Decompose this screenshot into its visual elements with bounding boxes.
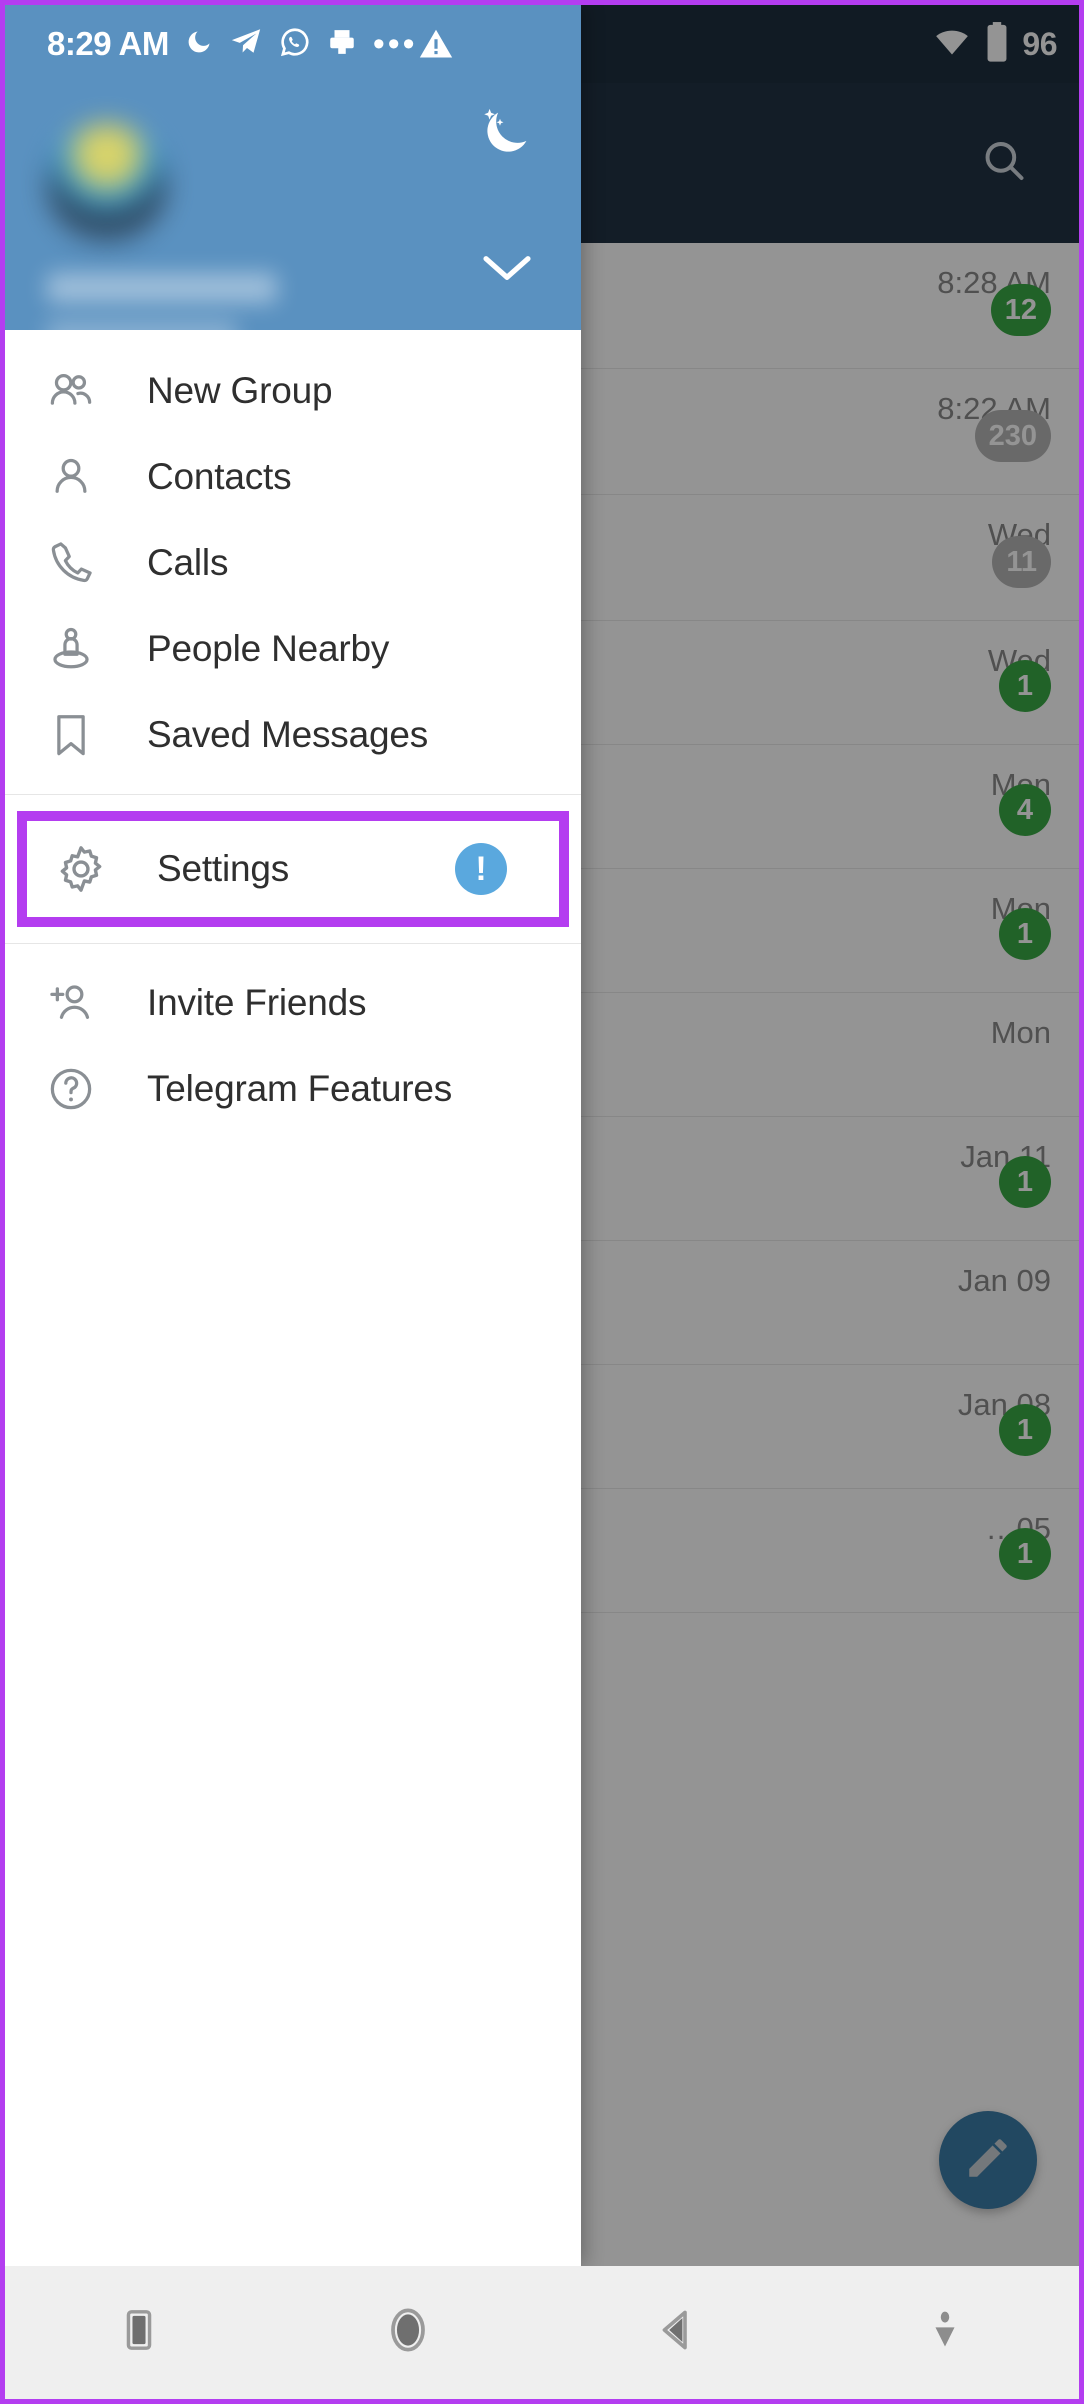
expand-accounts-button[interactable] (475, 244, 539, 296)
sidebar-item-label: Invite Friends (147, 982, 367, 1023)
night-mode-toggle[interactable] (469, 101, 539, 171)
unread-badge: 1 (999, 1156, 1051, 1208)
sidebar-item-label: Telegram Features (147, 1068, 453, 1109)
unread-badge: 230 (974, 410, 1051, 462)
people-icon (37, 365, 105, 417)
square-icon (116, 2307, 162, 2358)
avatar[interactable] (47, 123, 167, 243)
bookmark-icon (37, 709, 105, 761)
circle-icon (383, 2305, 433, 2360)
wifi-icon (932, 22, 972, 67)
pencil-icon (963, 2133, 1013, 2188)
sidebar-item-label: Settings (157, 848, 290, 889)
triangle-left-icon (652, 2306, 700, 2359)
warning-triangle-icon (417, 5, 455, 83)
drawer-header: 8:29 AM ••• (5, 5, 581, 330)
battery-percentage: 96 (1022, 25, 1057, 62)
sidebar-item-new-group[interactable]: New Group (5, 348, 581, 434)
chevron-down-icon (479, 250, 535, 291)
unread-badge: 12 (990, 284, 1051, 336)
menu-divider (5, 794, 581, 795)
status-badge: ! (455, 843, 507, 895)
status-bar-right-icons: 96 (932, 5, 1057, 83)
unread-badge: 4 (999, 784, 1051, 836)
sidebar-item-saved-messages[interactable]: Saved Messages (5, 692, 581, 778)
android-nav-bar[interactable] (5, 2266, 1079, 2399)
chat-timestamp: Jan 09 (957, 1263, 1051, 1298)
home-button[interactable] (274, 2305, 543, 2360)
profile-phone (47, 321, 237, 330)
phone-screen: 96 8:28 AM …is… 12 8:22 AM … 230 (0, 0, 1084, 2404)
chat-timestamp: Mon (990, 1015, 1051, 1050)
unread-badge: 11 (992, 536, 1051, 588)
unread-badge: 1 (999, 908, 1051, 960)
recents-button[interactable] (5, 2307, 274, 2358)
sidebar-item-invite-friends[interactable]: Invite Friends (5, 960, 581, 1046)
moon-stars-icon (472, 102, 536, 171)
drawer-menu[interactable]: New Group Contacts Calls People Nearby S… (5, 330, 581, 1132)
person-add-icon (37, 977, 105, 1029)
printer-icon (327, 27, 357, 62)
sidebar-item-people-nearby[interactable]: People Nearby (5, 606, 581, 692)
whatsapp-icon (279, 26, 311, 63)
sidebar-item-settings[interactable]: Settings ! (27, 821, 559, 917)
sidebar-item-contacts[interactable]: Contacts (5, 434, 581, 520)
sidebar-item-label: New Group (147, 370, 333, 411)
compose-fab[interactable] (939, 2111, 1037, 2209)
sidebar-item-telegram-features[interactable]: Telegram Features (5, 1046, 581, 1132)
question-circle-icon (37, 1063, 105, 1115)
sidebar-item-calls[interactable]: Calls (5, 520, 581, 606)
battery-icon (984, 21, 1010, 68)
sidebar-item-label: People Nearby (147, 628, 390, 669)
status-bar-left: 8:29 AM ••• (47, 5, 418, 83)
sidebar-item-label: Saved Messages (147, 714, 429, 755)
navigation-drawer[interactable]: 8:29 AM ••• New Group Contacts Calls Peo… (5, 5, 581, 2266)
person-icon (37, 451, 105, 503)
back-button[interactable] (542, 2306, 811, 2359)
person-pin-icon (37, 623, 105, 675)
menu-divider (5, 943, 581, 944)
unread-badge: 1 (999, 660, 1051, 712)
unread-badge: 1 (999, 1404, 1051, 1456)
phone-icon (37, 537, 105, 589)
sidebar-item-label: Contacts (147, 456, 292, 497)
unread-badge: 1 (999, 1528, 1051, 1580)
moon-icon (185, 28, 213, 61)
profile-name (47, 273, 277, 303)
more-dots-icon: ••• (372, 24, 418, 63)
search-icon[interactable] (979, 136, 1029, 191)
keyboard-hide-button[interactable] (811, 2306, 1080, 2359)
telegram-icon (229, 25, 263, 64)
gear-icon (47, 842, 115, 896)
status-bar-clock: 8:29 AM (47, 25, 169, 62)
settings-highlight-box: Settings ! (17, 811, 569, 927)
person-down-icon (923, 2306, 967, 2359)
sidebar-item-label: Calls (147, 542, 229, 583)
